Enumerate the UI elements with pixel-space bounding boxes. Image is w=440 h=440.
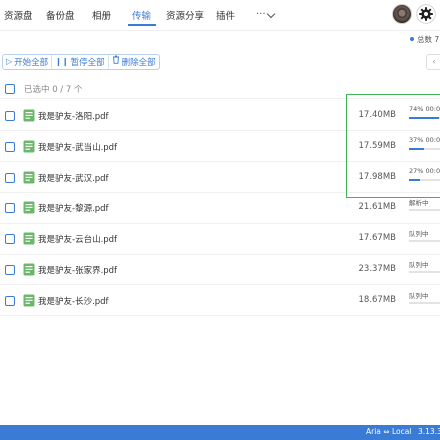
table-row[interactable]: 我是驴友-云台山.pdf 17.67MB 队列中 (0, 223, 440, 254)
progress-bar (409, 240, 440, 243)
row-checkbox[interactable] (5, 203, 15, 214)
select-all-checkbox[interactable] (5, 84, 15, 94)
refresh-button[interactable]: ‹ (426, 54, 440, 70)
play-icon: ▷ (6, 57, 13, 66)
tab-transfer[interactable]: 传输 (132, 8, 151, 22)
row-checkbox[interactable] (5, 265, 15, 275)
table-row[interactable]: 我是驴友-张家界.pdf 23.37MB 队列中 (0, 254, 440, 285)
start-all-label: 开始全部 (14, 58, 49, 68)
download-engine-label: Aria ⇔ Local (366, 427, 412, 436)
file-size: 18.67MB (358, 294, 397, 305)
file-size: 23.37MB (358, 264, 397, 274)
file-name: 我是驴友-武当山.pdf (38, 142, 118, 153)
transfer-action-group: ▷ 开始全部 ❙❙ 暂停全部 删除全部 (2, 54, 160, 70)
tab-album[interactable]: 相册 (92, 8, 111, 22)
total-count: 总数 7 (410, 34, 439, 45)
chevron-down-icon[interactable] (266, 9, 276, 19)
pdf-file-icon (23, 140, 35, 153)
row-checkbox[interactable] (5, 172, 15, 183)
file-size: 21.61MB (358, 202, 397, 213)
total-count-label: 总数 7 (417, 35, 440, 44)
pdf-file-icon (23, 232, 35, 245)
pause-all-button[interactable]: ❙❙ 暂停全部 (51, 55, 107, 69)
file-name: 我是驴友-武汉.pdf (38, 173, 109, 184)
delete-all-button[interactable]: 删除全部 (107, 55, 159, 69)
selected-count: 已选中 0 / 7 个 (24, 85, 83, 95)
version-label: 3.13.3 (418, 427, 440, 436)
tab-plugins[interactable]: 插件 (216, 8, 235, 22)
table-row[interactable]: 我是驴友-长沙.pdf 18.67MB 队列中 (0, 285, 440, 316)
start-all-button[interactable]: ▷ 开始全部 (3, 55, 51, 69)
row-checkbox[interactable] (5, 234, 15, 245)
progress-bar (409, 301, 440, 304)
file-name: 我是驴友-洛阳.pdf (38, 112, 109, 122)
active-progress-highlight (346, 94, 440, 198)
transfer-status: 队列中 (409, 291, 429, 300)
row-checkbox[interactable] (5, 141, 15, 152)
user-avatar[interactable] (392, 4, 412, 24)
tab-resource-disk[interactable]: 资源盘 (4, 8, 33, 22)
divider (0, 30, 440, 31)
row-checkbox[interactable] (5, 295, 15, 306)
pdf-file-icon (23, 109, 35, 122)
pdf-file-icon (23, 263, 35, 276)
progress-bar (409, 271, 440, 273)
divider (0, 315, 440, 317)
file-name: 我是驴友-黎源.pdf (38, 204, 109, 215)
file-name: 我是驴友-云台山.pdf (38, 235, 118, 246)
pause-icon: ❙❙ (55, 57, 69, 66)
tab-resource-share[interactable]: 资源分享 (166, 8, 204, 22)
file-name: 我是驴友-长沙.pdf (38, 296, 109, 307)
status-bar: Aria ⇔ Local 3.13.3 (0, 425, 440, 440)
pause-all-label: 暂停全部 (70, 58, 105, 68)
pdf-file-icon (23, 201, 35, 214)
more-tabs-button[interactable]: ... (256, 6, 266, 17)
active-tab-indicator (128, 24, 156, 26)
tab-backup-disk[interactable]: 备份盘 (46, 8, 75, 22)
progress-bar (409, 209, 440, 212)
transfer-status: 队列中 (409, 230, 429, 239)
transfer-status: 解析中 (409, 199, 429, 208)
delete-all-label: 删除全部 (121, 58, 156, 68)
transfer-status: 队列中 (409, 261, 429, 269)
pdf-file-icon (23, 294, 35, 307)
file-name: 我是驴友-张家界.pdf (38, 266, 118, 276)
trash-icon (112, 55, 120, 69)
file-size: 17.67MB (358, 233, 397, 244)
gear-icon[interactable] (416, 4, 436, 24)
top-navigation: 资源盘 备份盘 相册 传输 资源分享 插件 ... (0, 0, 440, 30)
row-checkbox[interactable] (5, 111, 15, 121)
pdf-file-icon (23, 171, 35, 184)
